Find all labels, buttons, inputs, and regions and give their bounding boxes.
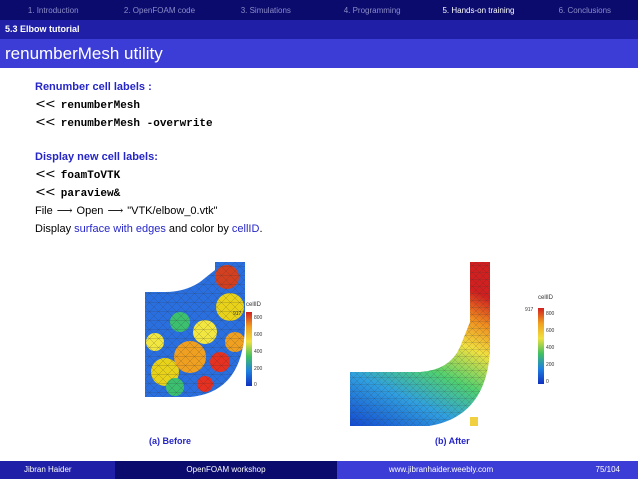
prompt-symbol: << <box>35 185 56 200</box>
colorbar-gradient <box>246 312 252 386</box>
colorbar-tick: 200 <box>254 366 263 372</box>
colorbar-tick: 800 <box>546 311 555 317</box>
nav-item-programming[interactable]: 4. Programming <box>319 6 425 15</box>
colorbar-tick: 600 <box>254 332 263 338</box>
file-menu-label: File <box>35 205 53 217</box>
command-text: renumberMesh -overwrite <box>60 118 213 130</box>
command-line: << renumberMesh -overwrite <box>35 114 615 132</box>
open-menu-label: Open <box>76 205 104 217</box>
frame-title: renumberMesh utility <box>0 39 638 68</box>
command-text: foamToVTK <box>60 170 121 182</box>
slide-content: Renumber cell labels : << renumberMesh <<… <box>35 78 615 238</box>
file-open-instruction: File ⟶ Open ⟶ "VTK/elbow_0.vtk" <box>35 202 615 220</box>
colorbar-tick: 200 <box>546 362 555 368</box>
colorbar-tick: 0 <box>254 382 257 388</box>
footer-bar: Jibran Haider OpenFOAM workshop www.jibr… <box>0 461 638 479</box>
colorbar-title: cellID <box>538 295 554 301</box>
colorbar-max-label: 917 <box>525 307 534 313</box>
cellid-link[interactable]: cellID <box>232 223 260 235</box>
colorbar-max-label: 917 <box>233 311 242 317</box>
command-text: paraview& <box>60 188 121 200</box>
prompt-symbol: << <box>35 167 56 182</box>
after-mesh-figure <box>350 262 490 426</box>
prompt-symbol: << <box>35 97 56 112</box>
footer-event: OpenFOAM workshop <box>115 461 337 479</box>
display-instruction: Display surface with edges and color by … <box>35 220 615 238</box>
footer-author: Jibran Haider <box>0 461 115 479</box>
command-line: << paraview& <box>35 184 615 202</box>
display-text: . <box>259 223 263 235</box>
display-text: Display <box>35 223 72 235</box>
command-line: << foamToVTK <box>35 166 615 184</box>
colorbar-tick: 600 <box>546 328 555 334</box>
nav-item-hands-on-training[interactable]: 5. Hands-on training <box>425 6 531 15</box>
colorbar-tick: 0 <box>546 379 549 385</box>
colorbar-title: cellID <box>246 302 262 308</box>
display-block-title: Display new cell labels: <box>35 151 158 163</box>
section-navbar: 1. Introduction 2. OpenFOAM code 3. Simu… <box>0 0 638 20</box>
colorbar-tick: 800 <box>254 315 263 321</box>
caption-after: (b) After <box>435 436 470 446</box>
renumber-block-title: Renumber cell labels : <box>35 81 152 93</box>
colorbar-tick: 400 <box>546 345 555 351</box>
after-colorbar-legend: cellID 917 800 600 400 200 0 <box>525 295 565 390</box>
command-text: renumberMesh <box>60 100 141 112</box>
caption-before: (a) Before <box>149 436 192 446</box>
colorbar-tick: 400 <box>254 349 263 355</box>
command-line: << renumberMesh <box>35 96 615 114</box>
colorbar-gradient <box>538 308 544 384</box>
after-inlet-stub <box>470 417 478 426</box>
nav-item-introduction[interactable]: 1. Introduction <box>0 6 106 15</box>
subsection-bar: 5.3 Elbow tutorial <box>0 20 638 39</box>
footer-page-number: 75/104 <box>545 461 638 479</box>
arrow-icon: ⟶ <box>56 204 73 217</box>
prompt-symbol: << <box>35 115 56 130</box>
surface-with-edges-link[interactable]: surface with edges <box>74 223 166 235</box>
nav-item-openfoam-code[interactable]: 2. OpenFOAM code <box>106 6 212 15</box>
after-mesh-surface <box>350 262 490 426</box>
vtk-file-path: "VTK/elbow_0.vtk" <box>127 205 218 217</box>
footer-website[interactable]: www.jibranhaider.weebly.com <box>337 461 545 479</box>
before-colorbar-legend: cellID 917 800 600 400 200 0 <box>233 302 273 392</box>
arrow-icon: ⟶ <box>107 204 124 217</box>
nav-item-conclusions[interactable]: 6. Conclusions <box>532 6 638 15</box>
nav-item-simulations[interactable]: 3. Simulations <box>213 6 319 15</box>
display-text: and color by <box>168 223 229 235</box>
